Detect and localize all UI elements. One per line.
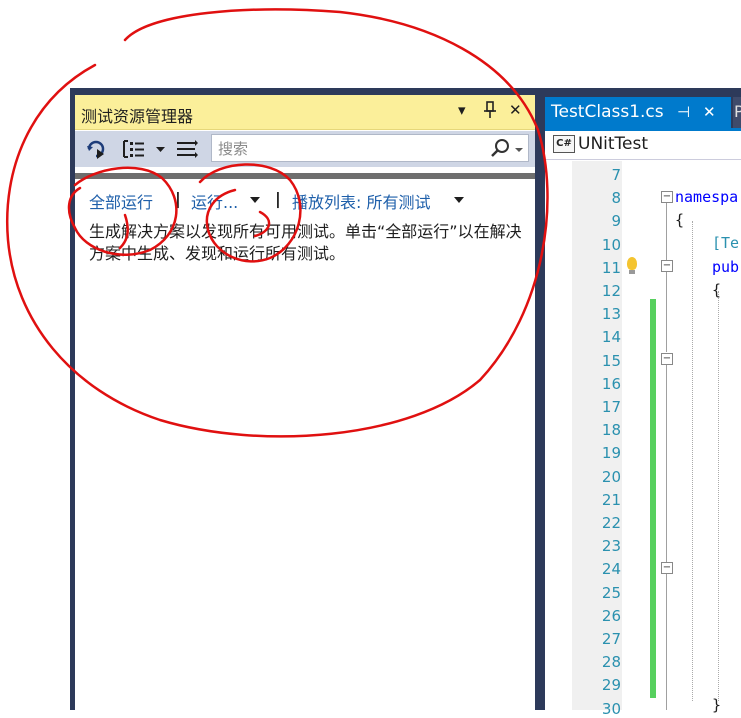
line-number: 18	[601, 421, 621, 440]
chevron-down-icon	[515, 148, 523, 152]
group-by-icon	[123, 140, 144, 158]
line-number: 8	[611, 189, 621, 208]
line-number: 9	[611, 212, 621, 231]
playlist-icon	[177, 140, 198, 158]
line-number: 15	[601, 351, 621, 370]
tab-testclass1[interactable]: TestClass1.cs ⊣ ✕	[545, 97, 731, 128]
fold-guide	[666, 203, 667, 263]
code-namespace-keyword: namespa	[675, 188, 739, 206]
discover-tests-message: 生成解决方案以发现所有可用测试。单击“全部运行”以在解决方案中生成、发现和运行所…	[89, 222, 522, 263]
line-number: 17	[601, 398, 621, 416]
line-number: 14	[601, 328, 621, 347]
indent-guide	[692, 221, 693, 701]
line-number: 28	[601, 653, 621, 672]
link-separator: |	[175, 189, 181, 208]
divider	[75, 173, 535, 179]
test-command-links: 全部运行 | 运行... | 播放列表: 所有测试	[89, 187, 529, 213]
change-tracking-bar	[650, 299, 656, 698]
line-number: 24	[601, 560, 621, 579]
navigation-bar[interactable]: C# UNitTest	[545, 131, 741, 160]
line-number: 16	[601, 374, 621, 393]
indent-guide	[718, 291, 719, 701]
panel-title: 测试资源管理器	[81, 107, 194, 126]
group-by-button[interactable]	[121, 137, 147, 161]
line-number: 25	[601, 583, 621, 602]
run-test-button[interactable]	[85, 137, 107, 161]
panel-menu-dropdown-button[interactable]: ▾	[458, 101, 466, 119]
line-number: 20	[601, 467, 621, 486]
code-brace: {	[712, 281, 722, 299]
tab-label: TestClass1.cs	[551, 102, 664, 122]
fold-guide	[666, 272, 667, 352]
tab-close-button[interactable]: ✕	[703, 103, 716, 121]
playlist-button[interactable]	[175, 137, 199, 161]
tab-next[interactable]: P	[733, 97, 741, 128]
search-button[interactable]	[490, 138, 510, 162]
panel-close-button[interactable]: ✕	[509, 101, 522, 119]
test-explorer-toolbar	[75, 131, 535, 167]
fold-toggle[interactable]: −	[661, 353, 673, 365]
run-test-icon	[87, 140, 105, 159]
fold-toggle[interactable]: −	[661, 562, 673, 574]
line-number: 29	[601, 676, 621, 695]
line-number: 10	[601, 235, 621, 254]
line-number: 30	[601, 699, 621, 718]
line-number: 27	[601, 630, 621, 648]
playlist-link[interactable]: 播放列表: 所有测试	[292, 189, 430, 213]
line-number: 11	[601, 258, 621, 277]
search-input[interactable]	[216, 137, 480, 161]
fold-guide	[666, 365, 667, 565]
pin-icon	[484, 101, 496, 118]
lightbulb-icon[interactable]	[627, 257, 637, 270]
search-icon	[491, 139, 509, 157]
code-brace: {	[675, 211, 685, 229]
fold-toggle[interactable]: −	[661, 191, 673, 203]
run-all-link[interactable]: 全部运行	[89, 189, 153, 213]
code-editor[interactable]: C# UNitTest 7 8 9 10 11 12 13 14 15 16 17 18 19 20 21 2…	[545, 131, 741, 718]
csharp-icon: C#	[553, 135, 575, 153]
line-number: 13	[601, 305, 621, 324]
line-number: 23	[601, 537, 621, 556]
code-brace: }	[712, 696, 722, 714]
line-number: 12	[601, 282, 621, 300]
tab-pin-button[interactable]: ⊣	[677, 103, 690, 121]
line-number: 19	[601, 444, 621, 463]
lightbulb-base	[629, 270, 635, 274]
fold-guide	[666, 574, 667, 710]
code-public-keyword: pub	[712, 258, 740, 276]
line-number: 26	[601, 606, 621, 625]
line-number: 7	[611, 166, 621, 184]
search-box	[211, 134, 529, 162]
run-link[interactable]: 运行...	[191, 189, 238, 213]
group-by-dropdown[interactable]	[155, 137, 167, 161]
run-dropdown-icon[interactable]	[249, 195, 261, 205]
line-number: 21	[601, 490, 621, 509]
playlist-dropdown-icon[interactable]	[453, 195, 465, 205]
tab-next-label: P	[734, 102, 741, 121]
line-number: 22	[601, 514, 621, 532]
test-explorer-panel: 测试资源管理器 ▾ ✕ 搜索 全部运行 | 运行... | 播放列表: 所有测试…	[75, 95, 535, 710]
code-attribute: [Te	[712, 234, 740, 252]
search-options-dropdown[interactable]	[514, 140, 524, 162]
panel-title-bar: 测试资源管理器 ▾ ✕	[75, 95, 535, 130]
project-dropdown[interactable]: UNitTest	[578, 134, 648, 154]
fold-toggle[interactable]: −	[661, 260, 673, 272]
dropdown-icon	[156, 147, 165, 152]
panel-pin-button[interactable]	[483, 101, 497, 123]
link-separator: |	[275, 189, 281, 208]
